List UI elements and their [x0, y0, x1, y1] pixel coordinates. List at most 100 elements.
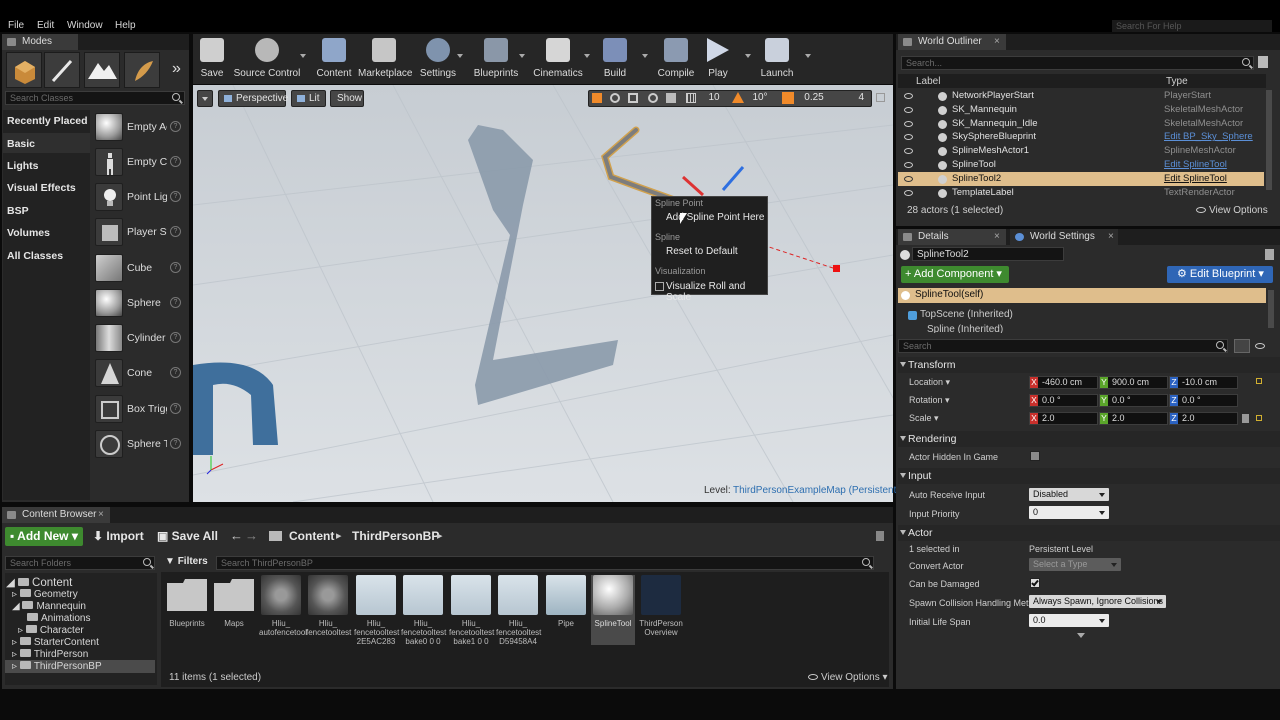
- category-basic[interactable]: Basic: [7, 138, 35, 150]
- input-priority-field[interactable]: 0: [1029, 506, 1109, 519]
- close-icon[interactable]: ×: [994, 36, 1000, 47]
- category-bsp[interactable]: BSP: [7, 205, 29, 217]
- outliner-search-input[interactable]: Search...: [901, 56, 1254, 70]
- location-y-field[interactable]: Y 900.0 cm: [1099, 376, 1168, 389]
- auto-receive-input-dropdown[interactable]: Disabled: [1029, 488, 1109, 501]
- menu-file[interactable]: File: [8, 20, 24, 31]
- outliner-row-type[interactable]: Edit BP_Sky_Sphere: [1164, 130, 1253, 144]
- outliner-settings-icon[interactable]: [1258, 56, 1268, 68]
- filters-button[interactable]: ▼ Filters ▾: [165, 555, 213, 581]
- rotation-z-field[interactable]: Z 0.0 °: [1169, 394, 1238, 407]
- scale-z-field[interactable]: Z 2.0: [1169, 412, 1238, 425]
- blueprints-button[interactable]: Blueprints: [472, 38, 520, 80]
- place-item-point-light[interactable]: Point Ligl?: [95, 183, 185, 215]
- close-icon[interactable]: ×: [1108, 231, 1114, 242]
- launch-button[interactable]: Launch: [760, 38, 794, 80]
- place-item-empty-actor[interactable]: Empty Ac?: [95, 113, 185, 145]
- tree-animations[interactable]: Animations: [27, 613, 90, 624]
- breadcrumb-separator-icon[interactable]: ▸: [336, 529, 342, 542]
- lock-scale-icon[interactable]: [1242, 414, 1249, 423]
- show-button[interactable]: Show: [330, 90, 364, 107]
- cb-view-options-button[interactable]: View Options ▾: [808, 672, 888, 683]
- section-rendering[interactable]: Rendering: [898, 431, 1280, 447]
- chevron-down-icon[interactable]: [642, 54, 648, 58]
- back-arrow-icon[interactable]: ←: [230, 528, 243, 543]
- menu-help[interactable]: Help: [115, 20, 136, 31]
- help-icon[interactable]: ?: [170, 403, 181, 414]
- tree-mannequin[interactable]: ◢ Mannequin: [12, 601, 86, 612]
- surface-snap-icon[interactable]: [666, 93, 676, 103]
- landscape-mode-icon[interactable]: [84, 52, 120, 88]
- search-assets-input[interactable]: Search ThirdPersonBP: [216, 556, 874, 570]
- details-search-input[interactable]: Search: [898, 339, 1228, 353]
- location-x-field[interactable]: X -460.0 cm: [1029, 376, 1098, 389]
- help-icon[interactable]: ?: [170, 332, 181, 343]
- reset-arrow-icon[interactable]: [1256, 415, 1262, 421]
- asset-tile[interactable]: Blueprints: [165, 575, 209, 628]
- outliner-scrollbar[interactable]: [1266, 90, 1272, 190]
- build-button[interactable]: Build: [600, 38, 630, 80]
- place-item-player-start[interactable]: Player St?: [95, 218, 185, 250]
- grid-snap-icon[interactable]: [686, 93, 696, 103]
- category-all-classes[interactable]: All Classes: [7, 250, 63, 262]
- scale-icon[interactable]: [628, 93, 638, 103]
- eye-icon[interactable]: [904, 120, 913, 127]
- reset-arrow-icon[interactable]: [1256, 378, 1262, 384]
- forward-arrow-icon[interactable]: →: [245, 528, 258, 543]
- place-item-empty-character[interactable]: Empty Ch?: [95, 148, 185, 180]
- outliner-row[interactable]: SplineTool2 Edit SplineTool: [898, 171, 1264, 186]
- eye-icon[interactable]: [904, 175, 913, 182]
- camera-speed-value[interactable]: 4: [838, 91, 864, 105]
- visualize-roll-checkbox[interactable]: [655, 282, 664, 291]
- search-help-input[interactable]: Search For Help: [1112, 20, 1272, 32]
- settings-button[interactable]: Settings: [418, 38, 458, 80]
- help-icon[interactable]: ?: [170, 262, 181, 273]
- component-row-topscene[interactable]: TopScene (Inherited): [898, 308, 1266, 322]
- tab-world-settings[interactable]: World Settings: [1010, 229, 1118, 245]
- breadcrumb-thirdpersonbp[interactable]: ThirdPersonBP: [352, 529, 439, 543]
- outliner-row[interactable]: SK_Mannequin SkeletalMeshActor: [898, 103, 1264, 117]
- tree-startercontent[interactable]: ▹ StarterContent: [12, 637, 99, 648]
- property-matrix-icon[interactable]: [1234, 339, 1250, 353]
- rotation-x-field[interactable]: X 0.0 °: [1029, 394, 1098, 407]
- eye-icon[interactable]: [904, 189, 913, 196]
- asset-tile[interactable]: Pipe: [544, 575, 588, 628]
- close-icon[interactable]: ×: [98, 509, 104, 520]
- outliner-row[interactable]: SkySphereBlueprint Edit BP_Sky_Sphere: [898, 130, 1264, 144]
- place-mode-icon[interactable]: [6, 52, 42, 88]
- actor-hidden-checkbox[interactable]: [1030, 451, 1040, 461]
- source-control-button[interactable]: Source Control: [233, 38, 301, 80]
- category-lights[interactable]: Lights: [7, 160, 39, 172]
- scale-snap-icon[interactable]: [782, 92, 794, 104]
- scale-y-field[interactable]: Y 2.0: [1099, 412, 1168, 425]
- chevron-down-icon[interactable]: [519, 54, 525, 58]
- category-volumes[interactable]: Volumes: [7, 227, 50, 239]
- menu-window[interactable]: Window: [67, 20, 103, 31]
- expand-advanced-icon[interactable]: [1077, 633, 1085, 638]
- help-icon[interactable]: ?: [170, 367, 181, 378]
- section-transform[interactable]: Transform: [898, 357, 1280, 373]
- cinematics-button[interactable]: Cinematics: [532, 38, 584, 80]
- initial-life-span-field[interactable]: 0.0: [1029, 614, 1109, 627]
- grid-snap-value[interactable]: 10: [702, 91, 726, 105]
- rotation-y-field[interactable]: Y 0.0 °: [1099, 394, 1168, 407]
- view-mode-button[interactable]: Lit: [291, 90, 326, 107]
- component-row-spline[interactable]: Spline (Inherited): [898, 323, 1266, 333]
- perspective-button[interactable]: Perspective: [218, 90, 288, 107]
- outliner-row-type[interactable]: Edit SplineTool: [1164, 172, 1227, 186]
- search-classes-input[interactable]: Search Classes: [5, 91, 185, 105]
- eye-icon[interactable]: [904, 134, 913, 141]
- tab-world-outliner[interactable]: World Outliner: [898, 34, 1006, 50]
- asset-tile[interactable]: Hliu_ fencetooltest bake0 0 0: [401, 575, 446, 646]
- help-icon[interactable]: ?: [170, 226, 181, 237]
- tab-content-browser[interactable]: Content Browser: [2, 507, 110, 523]
- eye-icon[interactable]: [904, 162, 913, 168]
- location-z-field[interactable]: Z -10.0 cm: [1169, 376, 1238, 389]
- view-options-button[interactable]: View Options: [1196, 205, 1268, 216]
- asset-tile[interactable]: Maps: [212, 575, 256, 628]
- components-scrollbar[interactable]: [1268, 290, 1274, 328]
- rotation-label[interactable]: Rotation ▾: [909, 395, 950, 406]
- outliner-row[interactable]: NetworkPlayerStart PlayerStart: [898, 89, 1264, 103]
- lock-icon[interactable]: [876, 531, 884, 541]
- eye-icon[interactable]: [904, 106, 913, 113]
